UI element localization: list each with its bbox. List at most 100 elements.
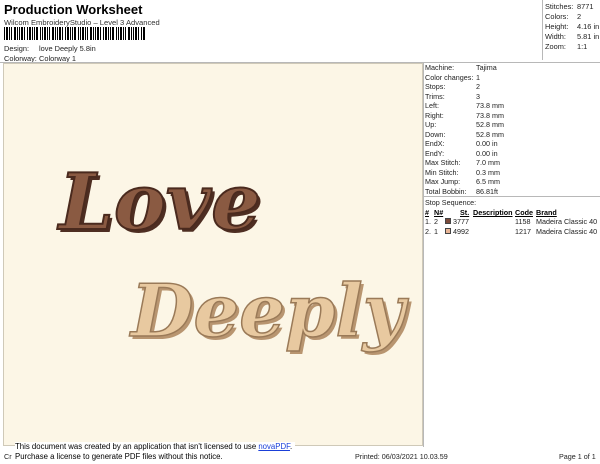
stop-cell-code: 1217 <box>515 226 531 236</box>
barcode-bar <box>74 27 76 40</box>
barcode-bar <box>29 27 31 40</box>
love-text: Love <box>57 157 261 248</box>
stop-sequence-title: Stop Sequence: <box>425 198 477 207</box>
machine-info-value: 86.81ft <box>476 186 498 196</box>
barcode-bar <box>4 27 5 40</box>
barcode-bar <box>95 27 96 40</box>
machine-info-value: 2 <box>476 82 480 91</box>
machine-info-value: 73.8 mm <box>476 110 504 120</box>
machine-info-value: 0.00 in <box>476 139 498 148</box>
barcode-bar <box>128 27 130 40</box>
stitches-row: Stitches: 8771 <box>545 2 593 11</box>
notice-text: This document was created by an applicat… <box>15 442 259 451</box>
height-row: Height: 4.16 in <box>545 22 599 31</box>
col-header-brand: Brand <box>536 208 557 217</box>
machine-info-label: Left: <box>425 101 439 110</box>
thread-color-swatch <box>445 218 451 224</box>
design-label: Design: <box>4 44 30 53</box>
novapdf-link[interactable]: novaPDF <box>258 442 290 451</box>
summary-box: Stitches: 8771 Colors: 2 Height: 4.16 in… <box>542 0 600 60</box>
barcode-bar <box>100 27 101 40</box>
stop-cell-n: 1 <box>434 226 438 236</box>
machine-info-value: 1 <box>476 72 480 82</box>
height-value: 4.16 in <box>577 22 600 31</box>
barcode-bar <box>85 27 86 40</box>
col-header-st: St. <box>460 208 470 217</box>
machine-info-row: EndX: 0.00 in <box>425 139 498 148</box>
panel-divider <box>423 62 424 447</box>
machine-info-value: 3 <box>476 91 480 101</box>
machine-info-row: Total Bobbin: 86.81ft <box>425 187 498 196</box>
stitches-value: 8771 <box>577 2 594 11</box>
machine-info-row: Max Stitch: 7.0 mm <box>425 158 500 167</box>
machine-info-row: Left: 73.8 mm <box>425 101 504 110</box>
barcode-bar <box>27 27 28 40</box>
machine-info-value: 73.8 mm <box>476 101 504 110</box>
machine-info-row: Min Stitch: 0.3 mm <box>425 167 500 177</box>
machine-info-label: Down: <box>425 129 446 139</box>
barcode-bar <box>21 27 23 40</box>
machine-info-label: Up: <box>425 120 437 129</box>
col-header-n: N# <box>434 208 444 217</box>
printed-date: Printed: 06/03/2021 10.03.59 <box>355 452 448 461</box>
machine-info-label: Machine: <box>425 63 455 72</box>
stop-cell-num: 1. <box>425 217 431 226</box>
machine-info-row: Down: 52.8 mm <box>425 129 504 139</box>
machine-info-row: Max Jump: 6.5 mm <box>425 177 500 186</box>
app-subtitle: Wilcom EmbroideryStudio – Level 3 Advanc… <box>4 18 160 27</box>
barcode-bar <box>125 27 126 40</box>
barcode-bar <box>112 27 114 40</box>
footer-left-text: Cr <box>4 452 12 461</box>
machine-info-label: Max Jump: <box>425 177 461 186</box>
width-row: Width: 5.81 in <box>545 32 599 41</box>
width-value: 5.81 in <box>577 32 600 41</box>
barcode-bar <box>93 27 94 40</box>
barcode-bar <box>67 27 69 40</box>
stop-cell-code: 1158 <box>515 217 531 226</box>
thread-color-swatch <box>445 227 451 234</box>
notice-line2: Purchase a license to generate PDF files… <box>15 452 223 461</box>
machine-info-label: Right: <box>425 110 444 120</box>
colors-row: Colors: 2 <box>545 12 581 21</box>
machine-info-row: Machine: Tajima <box>425 63 497 72</box>
machine-info-value: Tajima <box>476 63 497 72</box>
barcode-bar <box>82 27 84 40</box>
barcode-bar <box>118 27 119 40</box>
stop-cell-st: 4992 <box>453 226 469 236</box>
barcode-bar <box>36 27 38 40</box>
col-header-description: Description <box>473 208 513 217</box>
barcode-bar <box>11 27 12 40</box>
barcode-bar <box>131 27 132 40</box>
stop-cell-num: 2. <box>425 226 431 236</box>
barcode-bar <box>9 27 10 40</box>
barcode-bar <box>65 27 66 40</box>
deeply-text: Deeply <box>129 268 409 353</box>
machine-info-label: Stops: <box>425 82 446 91</box>
machine-info-value: 7.0 mm <box>476 158 500 167</box>
machine-info-row: EndY: 0.00 in <box>425 148 498 158</box>
barcode-bar <box>42 27 43 40</box>
barcode-bar <box>47 27 48 40</box>
machine-info-row: Stops: 2 <box>425 82 480 91</box>
zoom-row: Zoom: 1:1 <box>545 42 587 51</box>
machine-info-value: 0.00 in <box>476 148 498 158</box>
machine-info-label: EndY: <box>425 148 445 158</box>
barcode-bar <box>105 27 107 40</box>
machine-info-label: Min Stitch: <box>425 167 459 177</box>
barcode-bar <box>19 27 20 40</box>
barcode-bar <box>90 27 92 40</box>
embroidery-artwork: Love Love Deeply Deeply <box>56 156 412 356</box>
machine-info-label: Trims: <box>425 91 445 101</box>
barcode-bar <box>52 27 54 40</box>
barcode-bar <box>103 27 104 40</box>
machine-info-label: Color changes: <box>425 72 474 82</box>
width-label: Width: <box>545 32 566 41</box>
stop-cell-brand: Madeira Classic 40 <box>536 226 598 236</box>
barcode-bar <box>138 27 139 40</box>
machine-info-row: Trims: 3 <box>425 91 480 101</box>
barcode-bar <box>116 27 117 40</box>
barcode-bar <box>133 27 134 40</box>
barcode-bar <box>40 27 41 40</box>
page-number: Page 1 of 1 <box>559 452 596 461</box>
colors-label: Colors: <box>545 12 569 21</box>
